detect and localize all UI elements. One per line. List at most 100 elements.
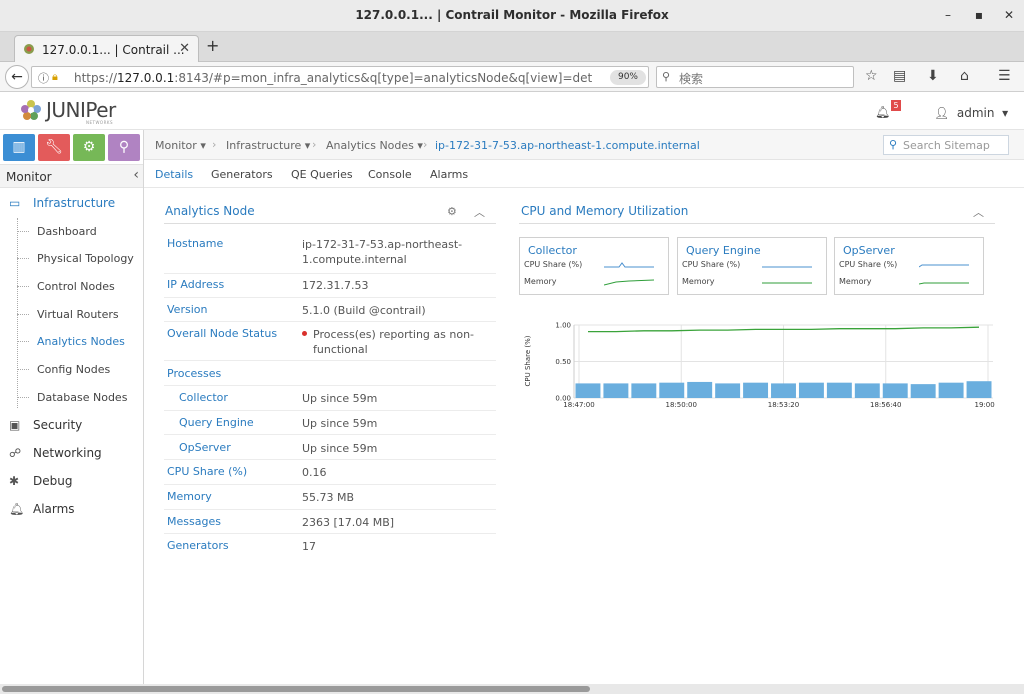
detail-key: Memory [167, 490, 212, 503]
configure-module-button[interactable]: 🔧︎ [38, 134, 70, 161]
memory-label: Memory [682, 277, 715, 286]
process-sparkline-collector[interactable]: Collector CPU Share (%) Memory [519, 237, 669, 295]
process-sparkline-query-engine[interactable]: Query Engine CPU Share (%) Memory [677, 237, 827, 295]
tab-console[interactable]: Console [368, 168, 412, 181]
hamburger-menu-icon[interactable]: ☰ [998, 68, 1011, 84]
y-tick-label: 1.00 [555, 322, 571, 330]
sidebar-subitem-database-nodes[interactable]: Database Nodes [17, 385, 143, 411]
cpu-bar [771, 383, 796, 398]
contrail-favicon-icon [24, 44, 34, 54]
minimize-button[interactable]: – [940, 7, 956, 23]
collapse-chevron-up-icon[interactable]: ︿ [474, 204, 485, 220]
cpu-bar [631, 383, 657, 398]
download-icon[interactable]: ⬇ [927, 68, 939, 84]
x-tick-label: 18:47:00 [563, 401, 594, 409]
settings-gear-icon[interactable]: ⚙ [447, 205, 457, 218]
logo-subtext: NETWORKS [86, 120, 114, 125]
gear-icon: ⚙ [82, 139, 96, 155]
bookmark-star-icon[interactable]: ☆ [865, 68, 878, 84]
detail-value: Process(es) reporting as non-functional [302, 327, 492, 357]
sidebar-subitem-label: Config Nodes [37, 363, 111, 376]
x-tick-label: 18:50:00 [666, 401, 697, 409]
url-host: 127.0.0.1 [117, 71, 175, 85]
cpu-bar [826, 382, 852, 398]
breadcrumb-separator: › [312, 138, 317, 151]
breadcrumb-current[interactable]: ip-172-31-7-53.ap-northeast-1.compute.in… [435, 139, 700, 152]
query-module-button[interactable]: ⚲ [108, 134, 140, 161]
info-icon[interactable]: ⓘ [38, 70, 49, 86]
tab-qe-queries[interactable]: QE Queries [291, 168, 353, 181]
maximize-button[interactable]: ▪ [971, 7, 987, 23]
browser-search-input[interactable]: ⚲ 検索 [656, 66, 854, 88]
cpu-memory-chart[interactable]: 0.000.501.00 18:47:00 18:50:00 18:53:20 18:… [519, 313, 995, 413]
x-tick-label: 18:53:20 [768, 401, 799, 409]
url-bar[interactable]: ⓘ 🔒︎ https://127.0.0.1:8143/#p=mon_infra… [31, 66, 676, 88]
breadcrumb-analytics-nodes[interactable]: Analytics Nodes ▾ [326, 139, 423, 152]
collapse-chevron-up-icon[interactable]: ︿ [973, 204, 984, 220]
process-name: Collector [528, 244, 577, 257]
analytics-node-title: Analytics Node [165, 204, 255, 218]
url-rest: :8143/#p=mon_infra_analytics&q[type]=ana… [174, 71, 593, 85]
panel-divider [519, 223, 995, 224]
zoom-level[interactable]: 90% [610, 70, 646, 85]
sidebar-subitem-label: Physical Topology [37, 252, 134, 265]
alarm-count-badge[interactable]: 5 [891, 100, 901, 111]
settings-module-button[interactable]: ⚙ [73, 134, 105, 161]
y-tick-label: 0.50 [555, 358, 571, 366]
sidebar-subitem-virtual-routers[interactable]: Virtual Routers [17, 302, 143, 328]
cpu-label: CPU Share (%) [524, 260, 583, 269]
tab-details[interactable]: Details [155, 168, 193, 181]
process-sparkline-opserver[interactable]: OpServer CPU Share (%) Memory [834, 237, 984, 295]
browser-tab[interactable]: 127.0.0.1... | Contrail ... ✕ [14, 35, 199, 62]
breadcrumb-separator: › [423, 138, 428, 151]
detail-row-query-engine: Query Engine Up since 59m [164, 411, 496, 435]
cpu-memory-title: CPU and Memory Utilization [521, 204, 689, 218]
tab-close-icon[interactable]: ✕ [179, 41, 190, 56]
back-button[interactable]: ← [5, 65, 29, 89]
sidebar-subitem-dashboard[interactable]: Dashboard [17, 219, 143, 245]
horizontal-scrollbar[interactable] [0, 684, 1024, 694]
sidebar: ▥ 🔧︎ ⚙ ⚲ Monitor ‹ ▭ Infrastructure Dash… [0, 130, 144, 684]
collapse-sidebar-icon[interactable]: ‹ [133, 167, 139, 183]
sidebar-subitem-label: Control Nodes [37, 280, 115, 293]
user-menu[interactable]: 👤︎ admin ▾ [934, 106, 1008, 120]
insecure-lock-icon[interactable]: 🔒︎ [52, 70, 58, 84]
sidebar-subitem-physical-topology[interactable]: Physical Topology [17, 246, 143, 272]
detail-key: Generators [167, 539, 229, 552]
detail-key: Collector [179, 391, 228, 404]
breadcrumb-monitor[interactable]: Monitor ▾ [155, 139, 206, 152]
detail-value: ip-172-31-7-53.ap-northeast-1.compute.in… [302, 238, 463, 266]
cpu-bar [966, 381, 992, 398]
memory-label: Memory [524, 277, 557, 286]
breadcrumb-infrastructure[interactable]: Infrastructure ▾ [226, 139, 310, 152]
search-sitemap-input[interactable]: ⚲ Search Sitemap [883, 135, 1009, 155]
y-axis-ticks: 0.000.501.00 [555, 322, 571, 403]
sidebar-subitem-analytics-nodes[interactable]: Analytics Nodes [17, 329, 143, 355]
scrollbar-thumb[interactable] [2, 686, 590, 692]
status-error-dot-icon [302, 331, 307, 336]
sidebar-item-security[interactable]: ▣ Security [0, 412, 143, 438]
alarm-bell-icon[interactable]: 🔔︎ [875, 105, 890, 119]
sidebar-item-infrastructure[interactable]: ▭ Infrastructure [0, 190, 143, 216]
sidebar-item-networking[interactable]: ☍ Networking [0, 440, 143, 466]
sidebar-subitem-config-nodes[interactable]: Config Nodes [17, 357, 143, 383]
detail-row-cpu-share: CPU Share (%) 0.16 [164, 460, 496, 485]
sidebar-item-alarms[interactable]: 🔔︎ Alarms [0, 496, 143, 522]
browser-search-placeholder: 検索 [679, 72, 704, 86]
sidebar-subitem-control-nodes[interactable]: Control Nodes [17, 274, 143, 300]
tab-alarms[interactable]: Alarms [430, 168, 468, 181]
window-close-button[interactable]: ✕ [1001, 7, 1017, 23]
detail-row-memory: Memory 55.73 MB [164, 485, 496, 510]
new-tab-button[interactable]: + [206, 36, 219, 55]
sidebar-subitem-label: Virtual Routers [37, 308, 119, 321]
reading-list-icon[interactable]: ▤ [893, 68, 906, 84]
tab-generators[interactable]: Generators [211, 168, 273, 181]
sidebar-item-debug[interactable]: ✱ Debug [0, 468, 143, 494]
monitor-module-button[interactable]: ▥ [3, 134, 35, 161]
home-icon[interactable]: ⌂ [960, 68, 969, 84]
detail-row-ip-address: IP Address 172.31.7.53 [164, 274, 496, 298]
panel-divider [164, 223, 496, 224]
bell-icon: 🔔︎ [9, 502, 25, 516]
detail-key: Processes [167, 367, 222, 380]
detail-row-version: Version 5.1.0 (Build @contrail) [164, 298, 496, 322]
